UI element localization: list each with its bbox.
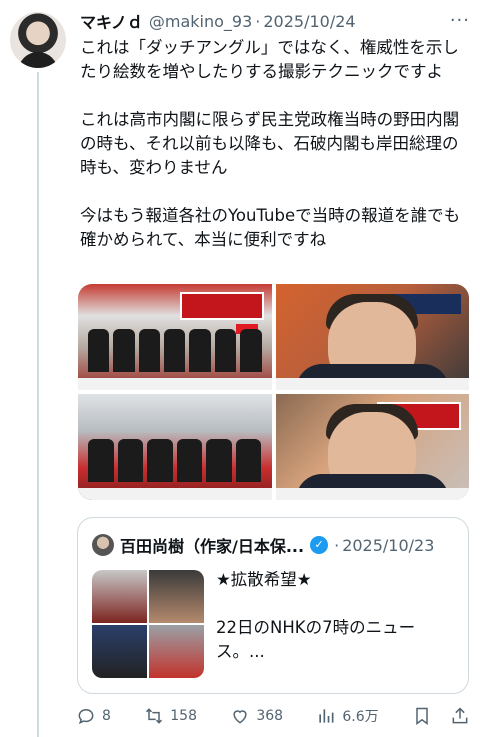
author-handle[interactable]: @makino_93 bbox=[149, 12, 252, 31]
video-caption-bar bbox=[275, 378, 469, 390]
avatar-shoulders bbox=[18, 52, 58, 68]
tweet-text: これは「ダッチアングル」ではなく、権威性を示したり絵数を増やしたりする撮影テクニ… bbox=[80, 38, 461, 249]
author-name[interactable]: マキノｄ bbox=[80, 9, 143, 33]
quoted-tweet-text: ★拡散希望★ 22日のNHKの7時のニュース。... bbox=[216, 570, 416, 661]
media-image-4[interactable] bbox=[275, 394, 469, 500]
retweet-count: 158 bbox=[170, 708, 197, 724]
like-count: 368 bbox=[256, 708, 284, 724]
more-icon[interactable]: ··· bbox=[450, 10, 470, 31]
header-separator: · bbox=[255, 11, 261, 31]
tweet-header: マキノｄ @makino_93 · 2025/10/24 ··· bbox=[80, 10, 470, 32]
like-button[interactable]: 368 bbox=[230, 706, 283, 726]
verified-badge-icon: ✓ bbox=[310, 536, 329, 554]
quoted-tweet[interactable]: 百田尚樹（作家/日本保... ✓ · 2025/10/23 ★拡散希望★ 22日… bbox=[77, 517, 469, 694]
reply-icon bbox=[78, 708, 94, 725]
quoted-tweet-date: 2025/10/23 bbox=[342, 535, 435, 555]
quoted-header-separator: · bbox=[334, 535, 340, 555]
media-image-1[interactable] bbox=[78, 284, 272, 390]
media-image-2[interactable] bbox=[275, 284, 469, 390]
quoted-author-avatar bbox=[92, 534, 114, 556]
cabinet-group-photo bbox=[88, 310, 262, 372]
video-caption-bar bbox=[275, 488, 469, 500]
like-icon bbox=[233, 710, 247, 724]
views-button[interactable]: 6.6万 bbox=[316, 706, 379, 726]
quoted-tweet-header: 百田尚樹（作家/日本保... ✓ · 2025/10/23 bbox=[120, 532, 460, 558]
reply-button[interactable]: 8 bbox=[76, 706, 111, 726]
tweet-date[interactable]: 2025/10/24 bbox=[263, 12, 355, 31]
actions-right-group bbox=[412, 706, 470, 726]
views-count: 6.6万 bbox=[342, 709, 379, 725]
retweet-icon bbox=[146, 708, 163, 724]
author-avatar[interactable] bbox=[10, 12, 66, 68]
reply-count: 8 bbox=[102, 708, 111, 724]
cabinet-group-photo bbox=[88, 420, 262, 482]
quoted-media-thumbnail bbox=[92, 570, 204, 678]
media-image-3[interactable] bbox=[78, 394, 272, 500]
retweet-button[interactable]: 158 bbox=[144, 706, 197, 726]
views-icon bbox=[319, 709, 334, 723]
action-bar: 8 158 368 6.6万 bbox=[76, 702, 470, 730]
quoted-author-name: 百田尚樹（作家/日本保... bbox=[120, 537, 305, 556]
media-grid bbox=[78, 284, 469, 500]
share-icon[interactable] bbox=[450, 706, 470, 726]
bookmark-icon[interactable] bbox=[412, 706, 432, 726]
video-caption-bar bbox=[78, 378, 272, 390]
video-caption-bar bbox=[78, 488, 272, 500]
thread-line bbox=[37, 72, 39, 737]
